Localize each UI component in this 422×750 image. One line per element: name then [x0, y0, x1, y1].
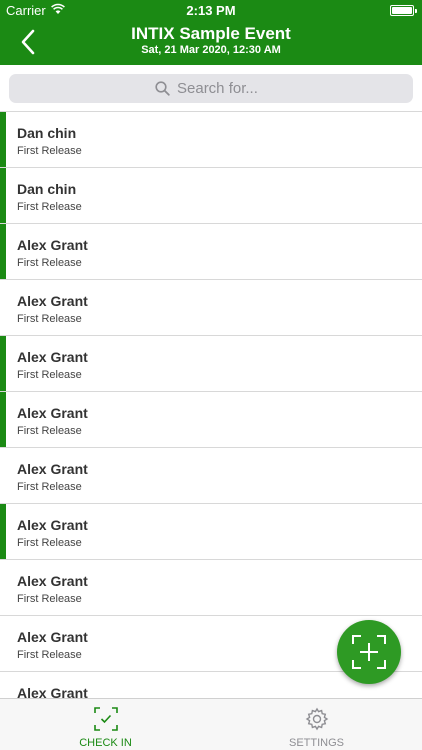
attendee-release: First Release	[17, 649, 82, 661]
checked-in-indicator	[0, 224, 6, 279]
gear-icon	[305, 707, 329, 731]
attendee-row[interactable]: Dan chin First Release	[0, 168, 422, 224]
search-icon	[155, 81, 170, 96]
attendee-release: First Release	[17, 593, 82, 605]
scan-check-icon	[94, 707, 118, 731]
battery-icon	[390, 5, 417, 16]
attendee-name: Alex Grant	[17, 685, 88, 698]
attendee-name: Alex Grant	[17, 461, 88, 477]
attendee-row[interactable]: Alex Grant First Release	[0, 448, 422, 504]
tab-settings-label: SETTINGS	[288, 737, 344, 749]
checked-in-indicator	[0, 336, 6, 391]
attendee-release: First Release	[17, 369, 82, 381]
attendee-name: Alex Grant	[17, 405, 88, 421]
attendee-release: First Release	[17, 313, 82, 325]
search-bar	[0, 65, 422, 111]
attendee-row[interactable]: Dan chin First Release	[0, 112, 422, 168]
attendee-release: First Release	[17, 201, 82, 213]
event-title: INTIX Sample Event	[131, 24, 291, 43]
search-field[interactable]	[9, 74, 413, 103]
attendee-name: Alex Grant	[17, 629, 88, 645]
attendee-release: First Release	[17, 145, 82, 157]
tab-settings[interactable]: SETTINGS	[211, 699, 422, 750]
attendee-name: Alex Grant	[17, 293, 88, 309]
checked-in-indicator	[0, 112, 6, 167]
attendee-row[interactable]: Alex Grant First Release	[0, 560, 422, 616]
search-input[interactable]	[177, 80, 267, 97]
checked-in-indicator	[0, 168, 6, 223]
scan-add-icon	[352, 635, 386, 669]
attendee-release: First Release	[17, 425, 82, 437]
attendee-row[interactable]: Alex Grant First Release	[0, 504, 422, 560]
attendee-name: Dan chin	[17, 125, 77, 141]
attendee-release: First Release	[17, 481, 82, 493]
event-datetime: Sat, 21 Mar 2020, 12:30 AM	[141, 44, 281, 56]
attendee-name: Dan chin	[17, 181, 77, 197]
checked-in-indicator	[0, 504, 6, 559]
tab-check-in[interactable]: CHECK IN	[0, 699, 211, 750]
status-bar: Carrier 2:13 PM	[0, 0, 422, 20]
attendee-release: First Release	[17, 257, 82, 269]
attendee-release: First Release	[17, 537, 82, 549]
attendee-list[interactable]: Dan chin First Release Dan chin First Relea…	[0, 111, 422, 698]
tab-bar: CHECK IN SETTINGS	[0, 698, 422, 750]
attendee-name: Alex Grant	[17, 517, 88, 533]
attendee-row[interactable]: Alex Grant First Release	[0, 224, 422, 280]
status-time: 2:13 PM	[186, 3, 236, 18]
attendee-row[interactable]: Alex Grant First Release	[0, 280, 422, 336]
checked-in-indicator	[0, 392, 6, 447]
attendee-row[interactable]: Alex Grant First Release	[0, 336, 422, 392]
nav-bar: INTIX Sample Event Sat, 21 Mar 2020, 12:…	[0, 20, 422, 65]
attendee-name: Alex Grant	[17, 573, 88, 589]
attendee-name: Alex Grant	[17, 349, 88, 365]
tab-check-in-label: CHECK IN	[79, 737, 132, 749]
attendee-row[interactable]: Alex Grant First Release	[0, 392, 422, 448]
attendee-name: Alex Grant	[17, 237, 88, 253]
scan-add-button[interactable]	[337, 620, 401, 684]
